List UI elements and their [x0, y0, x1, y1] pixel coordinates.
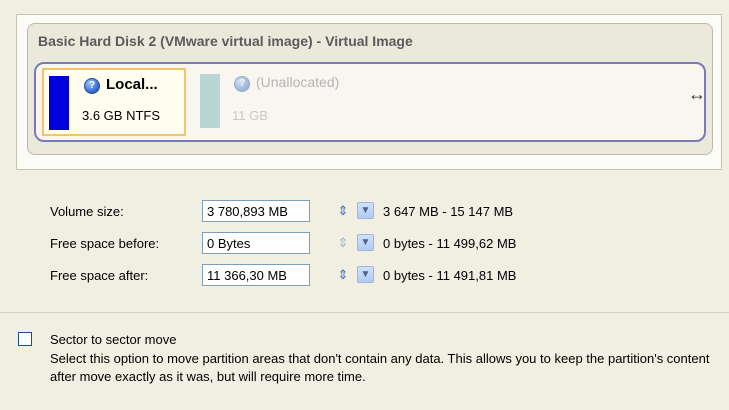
free-space-after-range: 0 bytes - 11 491,81 MB: [383, 268, 517, 283]
free-space-before-input[interactable]: [202, 232, 310, 254]
resize-cursor-icon[interactable]: ↔: [688, 84, 706, 104]
partition-info: 3.6 GB NTFS: [82, 108, 161, 123]
chevron-down-icon[interactable]: ▼: [357, 234, 374, 251]
volume-size-range: 3 647 MB - 15 147 MB: [383, 204, 514, 219]
chevron-down-icon[interactable]: ▼: [357, 266, 374, 283]
chevron-down-icon[interactable]: ▼: [357, 202, 374, 219]
partition-color-bar: [49, 76, 69, 130]
sector-move-label[interactable]: Sector to sector move: [50, 332, 176, 347]
partition-info-icon: ?: [84, 78, 100, 94]
spin-icon[interactable]: ⇕: [334, 202, 352, 220]
partition-color-bar: [200, 74, 220, 128]
partition-info-icon: ?: [234, 76, 250, 92]
spin-icon[interactable]: ⇕: [334, 266, 352, 284]
sector-move-checkbox[interactable]: [18, 332, 32, 346]
volume-size-input[interactable]: [202, 200, 310, 222]
disk-title: Basic Hard Disk 2 (VMware virtual image)…: [38, 33, 413, 49]
section-divider: [0, 312, 729, 313]
sector-move-description: Select this option to move partition are…: [50, 351, 710, 384]
partition-strip[interactable]: ? Local... 3.6 GB NTFS ? (Unallocated) 1…: [34, 62, 706, 142]
free-space-before-label: Free space before:: [50, 236, 160, 251]
partition-unallocated[interactable]: ? (Unallocated) 11 GB: [194, 68, 394, 136]
free-space-after-label: Free space after:: [50, 268, 149, 283]
partition-info: 11 GB: [232, 108, 268, 123]
free-space-before-range: 0 bytes - 11 499,62 MB: [383, 236, 517, 251]
disk-group: Basic Hard Disk 2 (VMware virtual image)…: [27, 23, 713, 155]
partition-local[interactable]: ? Local... 3.6 GB NTFS: [42, 68, 186, 136]
partition-name: Local...: [106, 76, 158, 93]
volume-size-label: Volume size:: [50, 204, 124, 219]
free-space-after-input[interactable]: [202, 264, 310, 286]
partition-name: (Unallocated): [256, 74, 340, 90]
spin-icon[interactable]: ⇕: [334, 234, 352, 252]
disk-map-panel: Basic Hard Disk 2 (VMware virtual image)…: [16, 14, 722, 170]
